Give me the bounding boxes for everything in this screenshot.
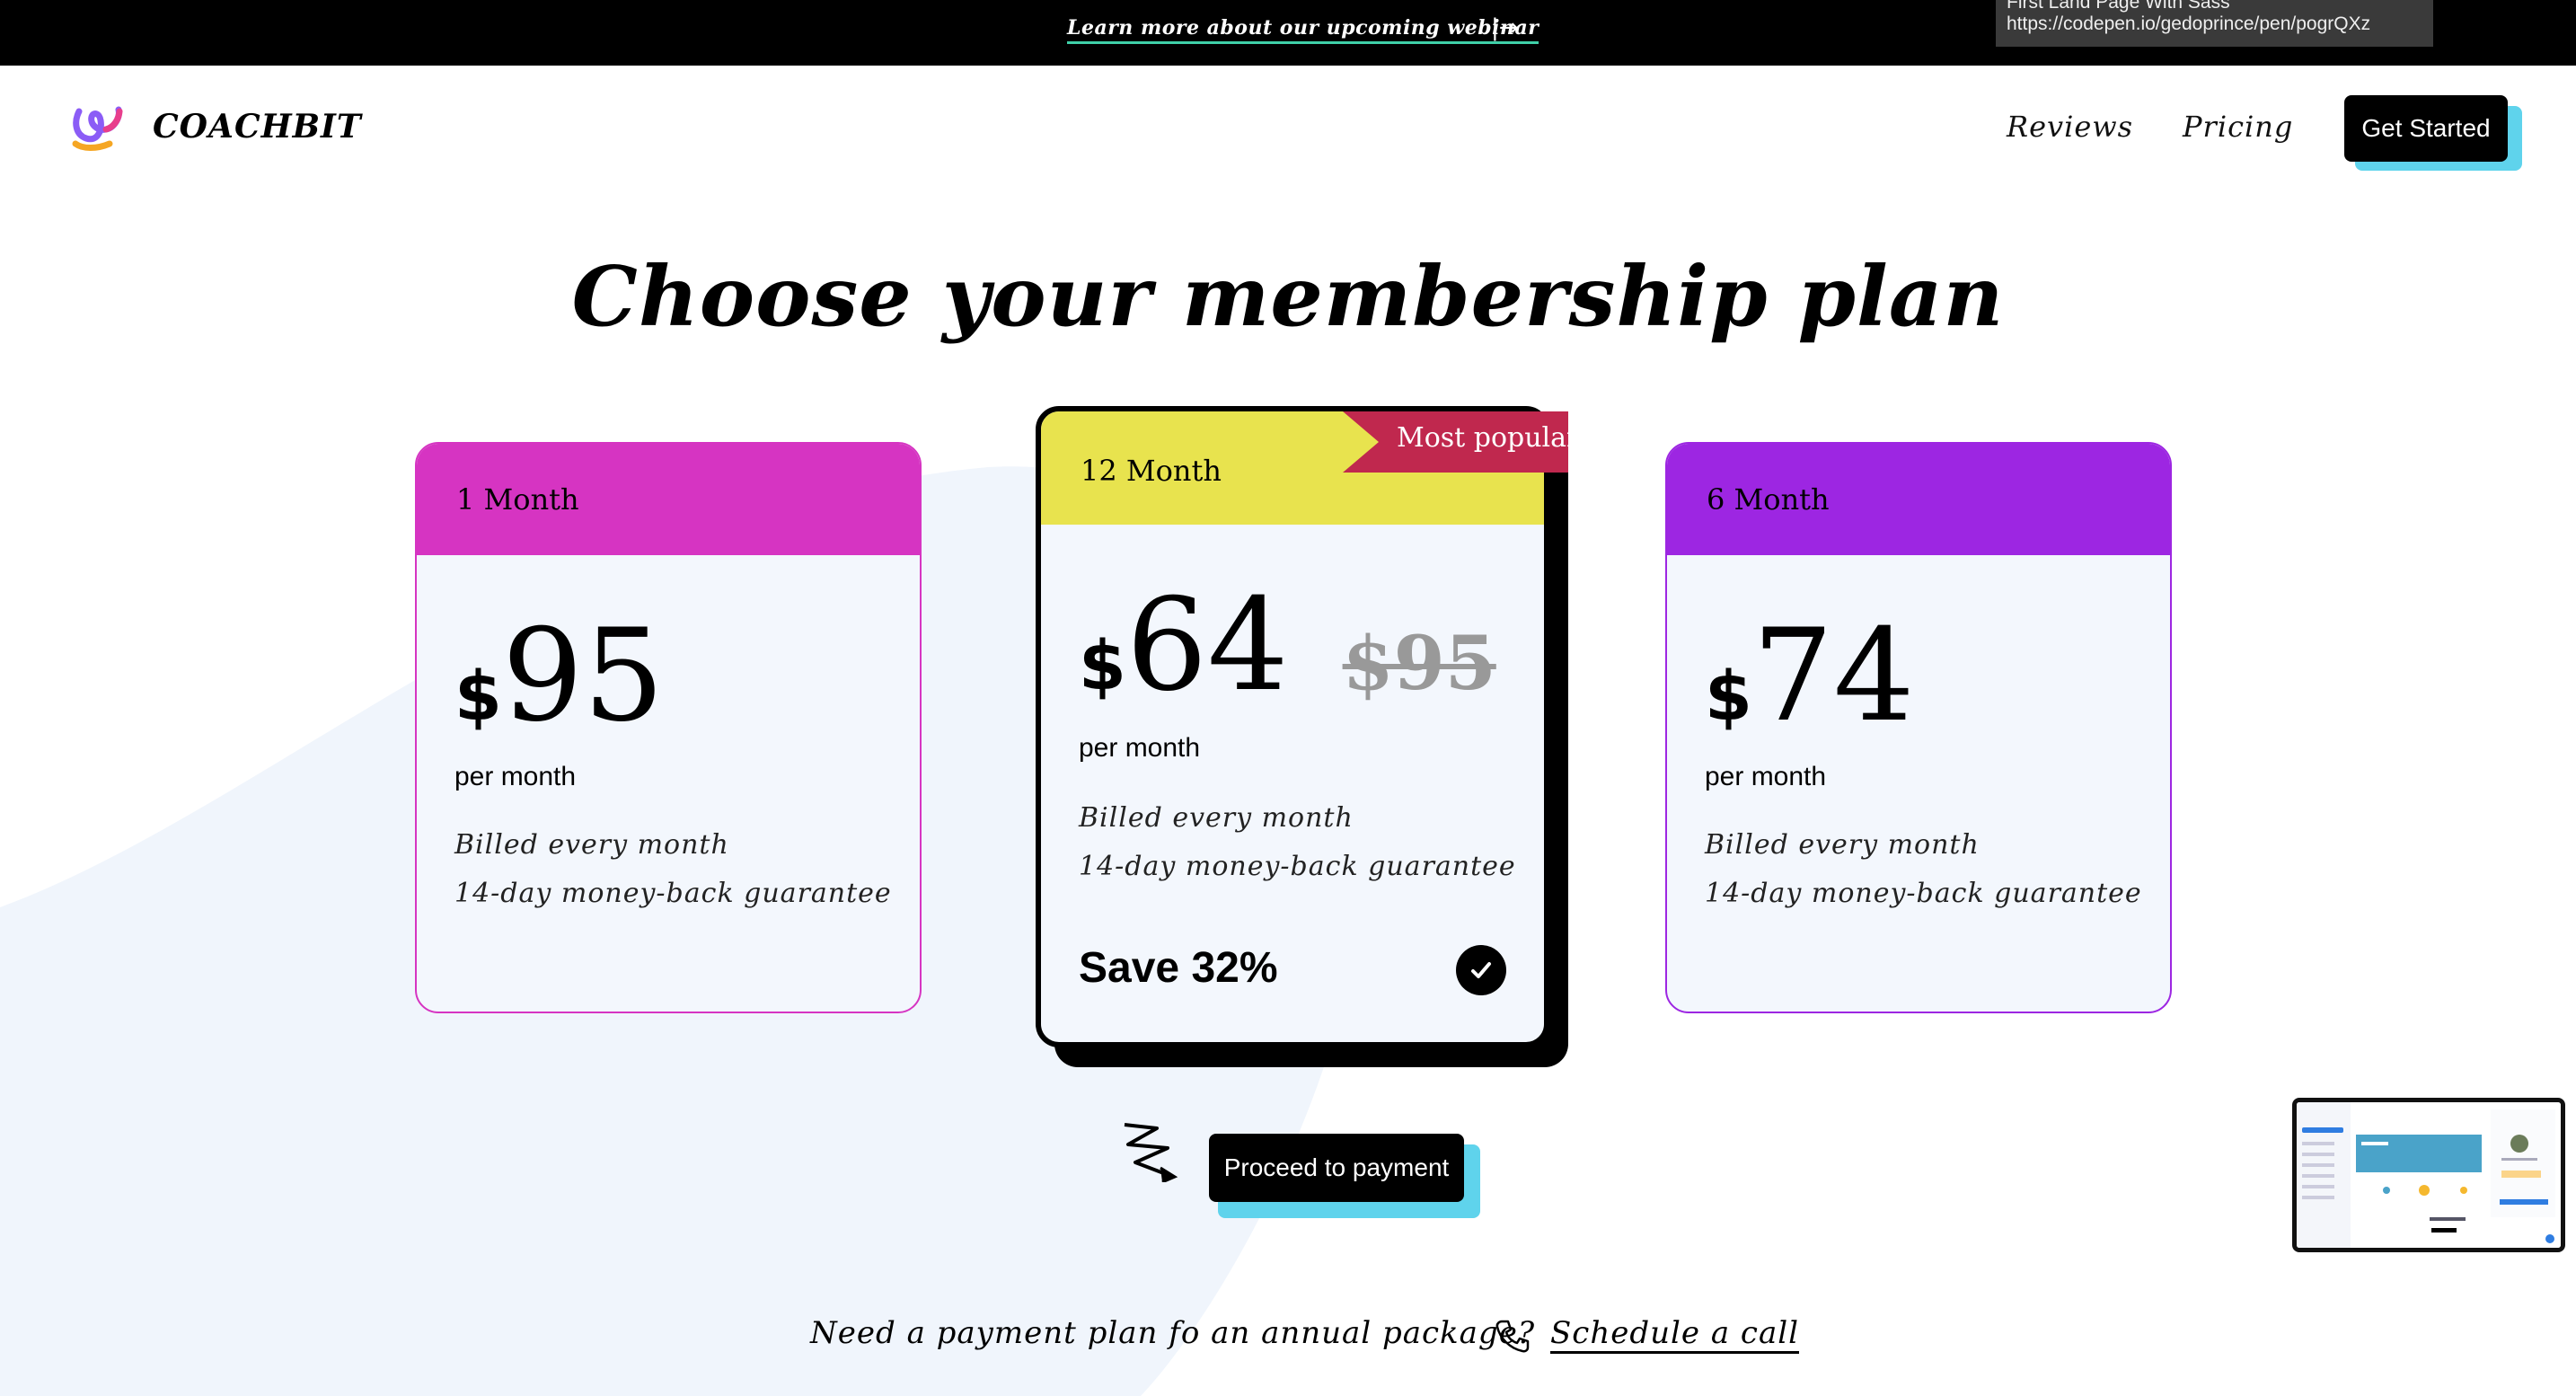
billing-info: Billed every month 14-day money-back gua… xyxy=(1705,821,2142,918)
page-title: Choose your membership plan xyxy=(571,248,2005,345)
nav-pricing[interactable]: Pricing xyxy=(2183,110,2293,144)
plan-name: 6 Month xyxy=(1667,444,2170,555)
link-tooltip: First Land Page With Sass https://codepe… xyxy=(1996,0,2433,47)
savings-label: Save 32% xyxy=(1079,944,1278,992)
squiggle-arrow-icon xyxy=(1124,1123,1178,1182)
price-amount: 95 xyxy=(501,602,665,750)
currency-symbol: $ xyxy=(454,656,502,736)
check-icon xyxy=(1456,945,1506,995)
guarantee-text: 14-day money-back guarantee xyxy=(1079,851,1516,882)
currency-symbol: $ xyxy=(1705,656,1752,736)
billing-info: Billed every month 14-day money-back gua… xyxy=(1079,794,1516,891)
plan-card-6-month[interactable]: 6 Month $74 per month Billed every month… xyxy=(1665,442,2172,1013)
billing-frequency: Billed every month xyxy=(454,829,729,861)
dashboard-preview-image xyxy=(2297,1102,2561,1248)
tooltip-title: First Land Page With Sass xyxy=(2007,0,2230,13)
proceed-wrapper: Proceed to payment xyxy=(1209,1134,1480,1218)
currency-symbol: $ xyxy=(1079,625,1126,705)
nav-reviews[interactable]: Reviews xyxy=(2007,110,2133,144)
price-period: per month xyxy=(1079,733,1201,763)
plan-name: 1 Month xyxy=(417,444,920,555)
most-popular-badge: Most popular xyxy=(1343,411,1579,473)
billing-frequency: Billed every month xyxy=(1705,829,1980,861)
guarantee-text: 14-day money-back guarantee xyxy=(1705,878,2142,909)
billing-frequency: Billed every month xyxy=(1079,802,1354,834)
price: $95 xyxy=(454,602,665,750)
schedule-call-link[interactable]: Schedule a call xyxy=(1550,1315,1799,1354)
price-amount: 64 xyxy=(1125,571,1289,720)
tooltip-url: https://codepen.io/gedoprince/pen/pogrQX… xyxy=(2007,13,2371,34)
proceed-to-payment-button[interactable]: Proceed to payment xyxy=(1209,1134,1464,1202)
brand-name[interactable]: COACHBIT xyxy=(153,108,362,146)
price: $64 $95 xyxy=(1079,571,1496,720)
annual-plan-note: Need a payment plan fo an annual package… xyxy=(810,1315,1536,1351)
billing-info: Billed every month 14-day money-back gua… xyxy=(454,821,892,918)
get-started-wrapper: Get Started xyxy=(2344,95,2522,171)
price-amount: 74 xyxy=(1751,602,1915,750)
price-period: per month xyxy=(1705,762,1827,791)
original-price: $95 xyxy=(1342,621,1496,707)
guarantee-text: 14-day money-back guarantee xyxy=(454,878,892,909)
badge-label: Most popular xyxy=(1397,422,1580,454)
get-started-button[interactable]: Get Started xyxy=(2344,95,2508,162)
screen-preview-thumbnail[interactable] xyxy=(2292,1098,2565,1252)
logo-icon[interactable] xyxy=(70,104,128,151)
price-period: per month xyxy=(454,762,577,791)
phone-icon xyxy=(1495,1320,1530,1353)
plan-card-12-month[interactable]: 12 Month $64 $95 per month Billed every m… xyxy=(1036,406,1549,1047)
webinar-link[interactable]: Learn more about our upcoming webinar xyxy=(1067,16,1539,44)
arrow-right-icon: |→ xyxy=(1491,14,1519,41)
plan-card-1-month[interactable]: 1 Month $95 per month Billed every month… xyxy=(415,442,922,1013)
price: $74 xyxy=(1705,602,1915,750)
